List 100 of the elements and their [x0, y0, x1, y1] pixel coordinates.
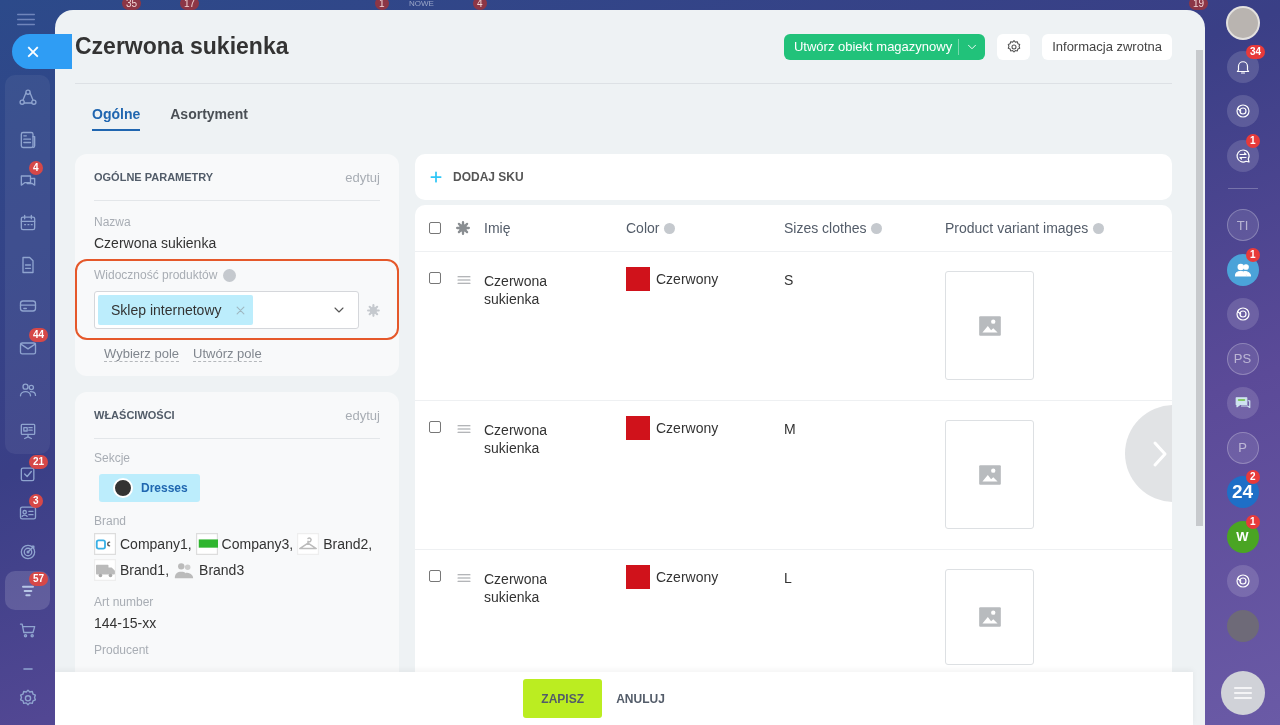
help-icon[interactable]	[871, 222, 883, 234]
brand-name: Company1,	[120, 534, 192, 554]
user-avatar[interactable]: PS	[1226, 342, 1259, 375]
settings-icon	[456, 221, 470, 235]
drag-handle-icon	[456, 273, 472, 287]
field-label: Producent	[94, 642, 149, 657]
page-title: Czerwona sukienka	[75, 33, 290, 60]
user-avatar[interactable]: TI	[1226, 209, 1259, 241]
avatar[interactable]	[1225, 6, 1260, 40]
orbit-icon	[1233, 572, 1252, 590]
list-icon	[1232, 685, 1253, 701]
brand-name: Company3,	[221, 534, 294, 554]
table-cell: Czerwony	[656, 420, 719, 436]
counter-badge: 3	[29, 494, 43, 509]
orbit-button[interactable]	[1226, 298, 1259, 330]
dash-icon	[22, 666, 33, 671]
feedback-button[interactable]: Informacja zwrotna	[1042, 33, 1172, 60]
sidebar-item[interactable]: 21	[5, 454, 50, 494]
counter-badge: 4	[473, 0, 487, 10]
image-placeholder[interactable]	[945, 271, 1034, 380]
counter-badge: 35	[122, 0, 142, 10]
image-placeholder[interactable]	[945, 569, 1034, 665]
orbit-button[interactable]	[1226, 565, 1259, 597]
table-cell-text: S	[784, 272, 795, 288]
column-header[interactable]: Product variant images	[945, 220, 1172, 236]
field-label: Sekcje	[94, 451, 131, 465]
column-header[interactable]: Imię	[484, 220, 626, 236]
cancel-button[interactable]: ANULUJ	[616, 691, 665, 706]
column-header[interactable]: Color	[626, 220, 784, 236]
orbit-icon	[1233, 305, 1252, 323]
field-value: Czerwona sukienka	[94, 235, 218, 251]
counter-badge: 34	[1246, 44, 1266, 59]
checkbox[interactable]	[429, 222, 441, 234]
table-cell-text: M	[784, 421, 797, 437]
table-cell: Czerwony	[656, 569, 719, 585]
counter-badge: 57	[29, 572, 49, 587]
counter-badge: 17	[180, 0, 200, 10]
table-cell-text: L	[784, 570, 793, 586]
column-header[interactable]: Sizes clothes	[784, 220, 945, 236]
orbit-button[interactable]	[1226, 95, 1259, 127]
create-button[interactable]: Utwórz obiekt magazynowy	[783, 33, 986, 60]
sidebar-item[interactable]: 44	[5, 327, 50, 369]
brand-name: Brand1,	[120, 560, 170, 580]
counter-badge: 21	[29, 455, 49, 470]
add-sku-button[interactable]: DODAJ SKU	[415, 154, 1172, 200]
counter-badge: 1	[1246, 247, 1260, 262]
table-cell-text: Czerwona sukienka	[484, 272, 549, 308]
table-cell: Czerwony	[656, 271, 719, 287]
multiselect-field[interactable]: Sklep internetowy	[94, 291, 360, 329]
sidebar-item[interactable]: 57	[5, 571, 50, 611]
close-button[interactable]: ×	[12, 34, 72, 69]
tab[interactable]: Ogólne	[92, 106, 141, 131]
image-icon	[976, 604, 1003, 630]
table-cell-text: Czerwona sukienka	[484, 421, 549, 457]
counter-badge: 2	[1246, 470, 1260, 484]
brand-name: Brand3	[199, 560, 245, 580]
logo-icon	[297, 533, 320, 556]
remove-icon	[235, 305, 245, 315]
plus-icon	[429, 170, 443, 184]
image-placeholder[interactable]	[945, 420, 1034, 529]
field-value: 144-15-xx	[94, 614, 158, 631]
checkbox[interactable]	[429, 421, 441, 433]
section-tag[interactable]: Dresses	[99, 474, 200, 502]
tab[interactable]: Asortyment	[170, 106, 249, 131]
scrollbar[interactable]	[1196, 50, 1203, 526]
link[interactable]: Wybierz pole	[104, 346, 180, 362]
tag-chip[interactable]: Sklep internetowy	[98, 295, 253, 325]
brand-name: Brand2,	[323, 534, 373, 554]
user-avatar[interactable]: P	[1226, 431, 1259, 464]
menu-icon	[16, 12, 36, 27]
card-title: OGÓLNE PARAMETRY	[94, 171, 214, 183]
flow-icon	[17, 87, 38, 108]
sidebar-item[interactable]: 4	[5, 160, 50, 203]
counter-badge: 4	[29, 161, 43, 176]
checkbox[interactable]	[429, 272, 441, 284]
logo-icon	[195, 533, 218, 556]
photo-placeholder	[113, 478, 133, 498]
edit-link[interactable]: edytuj	[345, 407, 380, 423]
field-label: Nazwa	[94, 215, 131, 229]
logo-icon	[94, 533, 116, 556]
settings-icon	[1005, 38, 1022, 55]
field-label: Brand	[94, 514, 127, 528]
drag-handle-icon	[456, 422, 472, 436]
sidebar-item[interactable]: 3	[5, 493, 50, 533]
counter-badge: 44	[29, 328, 49, 343]
save-button[interactable]: ZAPISZ	[523, 679, 603, 718]
menu-button[interactable]	[1220, 671, 1265, 715]
link[interactable]: Utwórz pole	[193, 346, 262, 362]
checkbox[interactable]	[429, 570, 441, 582]
speech-bubble-button[interactable]	[1226, 387, 1259, 419]
table-cell-text: Czerwona sukienka	[484, 570, 549, 606]
drag-handle-icon	[456, 571, 472, 585]
counter-badge: 1	[375, 0, 389, 10]
card-title: WŁAŚCIWOŚCI	[94, 409, 175, 421]
counter-badge: 1	[1246, 133, 1260, 148]
edit-link[interactable]: edytuj	[345, 169, 380, 185]
help-icon[interactable]	[1093, 222, 1105, 234]
settings-button[interactable]	[997, 33, 1031, 60]
help-icon[interactable]	[664, 222, 676, 234]
settings-icon	[367, 303, 380, 317]
